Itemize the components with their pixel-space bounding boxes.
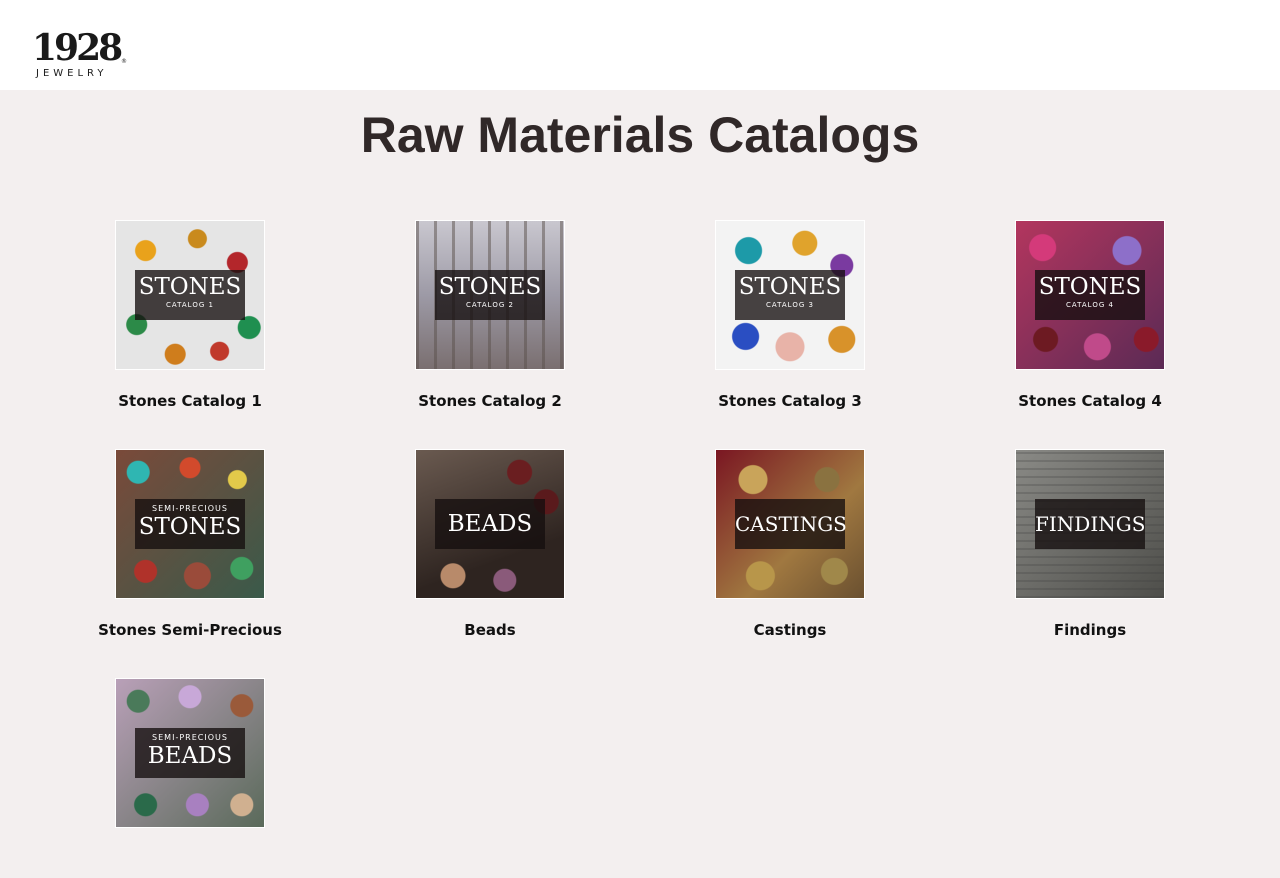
catalog-card-stones-2[interactable]: STONES CATALOG 2 Stones Catalog 2	[390, 220, 590, 420]
catalog-thumbnail[interactable]: FINDINGS	[1015, 449, 1165, 599]
catalog-badge: SEMI-PRECIOUS STONES	[135, 499, 245, 549]
catalog-card-beads[interactable]: BEADS Beads	[390, 449, 590, 649]
badge-title: CASTINGS	[735, 512, 847, 536]
catalog-card-stones-semi-precious[interactable]: SEMI-PRECIOUS STONES Stones Semi-Preciou…	[90, 449, 290, 649]
catalog-badge: STONES CATALOG 1	[135, 270, 245, 320]
catalog-label[interactable]: Beads	[390, 621, 590, 639]
badge-title: STONES	[438, 274, 542, 300]
catalog-thumbnail[interactable]: STONES CATALOG 2	[415, 220, 565, 370]
badge-subtitle: CATALOG 1	[166, 301, 214, 309]
catalog-card-findings[interactable]: FINDINGS Findings	[990, 449, 1190, 649]
catalog-badge: FINDINGS	[1035, 499, 1145, 549]
catalog-badge: SEMI-PRECIOUS BEADS	[135, 728, 245, 778]
badge-title: STONES	[1038, 274, 1142, 300]
catalog-thumbnail[interactable]: SEMI-PRECIOUS STONES	[115, 449, 265, 599]
badge-title: STONES	[138, 514, 242, 540]
logo-registered-mark: ®	[121, 58, 127, 65]
badge-title: BEADS	[447, 511, 533, 537]
catalog-thumbnail[interactable]: BEADS	[415, 449, 565, 599]
logo-number: 1928	[32, 27, 123, 69]
badge-subtitle: CATALOG 2	[466, 301, 514, 309]
site-header: 1928 ® JEWELRY	[0, 0, 1280, 90]
badge-subtitle: CATALOG 3	[766, 301, 814, 309]
catalog-label[interactable]: Findings	[990, 621, 1190, 639]
badge-overline: SEMI-PRECIOUS	[152, 733, 228, 742]
catalog-thumbnail[interactable]: STONES CATALOG 4	[1015, 220, 1165, 370]
catalog-card-castings[interactable]: CASTINGS Castings	[690, 449, 890, 649]
catalog-card-stones-1[interactable]: STONES CATALOG 1 Stones Catalog 1	[90, 220, 290, 420]
catalog-card-beads-semi-precious[interactable]: SEMI-PRECIOUS BEADS	[90, 678, 290, 878]
badge-subtitle: CATALOG 4	[1066, 301, 1114, 309]
page-title: Raw Materials Catalogs	[360, 107, 920, 163]
badge-title: STONES	[138, 274, 242, 300]
catalog-badge: STONES CATALOG 2	[435, 270, 545, 320]
catalog-thumbnail[interactable]: STONES CATALOG 1	[115, 220, 265, 370]
catalog-label[interactable]: Stones Semi-Precious	[90, 621, 290, 639]
catalog-badge: CASTINGS	[735, 499, 847, 549]
catalog-badge: STONES CATALOG 3	[735, 270, 845, 320]
badge-overline: SEMI-PRECIOUS	[152, 504, 228, 513]
catalog-label[interactable]: Castings	[690, 621, 890, 639]
catalog-thumbnail[interactable]: SEMI-PRECIOUS BEADS	[115, 678, 265, 828]
logo-subtitle: JEWELRY	[36, 68, 108, 79]
badge-title: STONES	[738, 274, 842, 300]
catalog-thumbnail[interactable]: CASTINGS	[715, 449, 865, 599]
catalog-label[interactable]: Stones Catalog 1	[90, 392, 290, 410]
catalog-card-stones-3[interactable]: STONES CATALOG 3 Stones Catalog 3	[690, 220, 890, 420]
catalog-badge: STONES CATALOG 4	[1035, 270, 1145, 320]
catalog-card-stones-4[interactable]: STONES CATALOG 4 Stones Catalog 4	[990, 220, 1190, 420]
badge-title: BEADS	[147, 743, 233, 769]
catalog-badge: BEADS	[435, 499, 545, 549]
catalog-thumbnail[interactable]: STONES CATALOG 3	[715, 220, 865, 370]
catalog-label[interactable]: Stones Catalog 4	[990, 392, 1190, 410]
catalog-label[interactable]: Stones Catalog 2	[390, 392, 590, 410]
catalog-label[interactable]: Stones Catalog 3	[690, 392, 890, 410]
brand-logo[interactable]: 1928 ® JEWELRY	[32, 30, 128, 80]
badge-title: FINDINGS	[1035, 512, 1146, 536]
